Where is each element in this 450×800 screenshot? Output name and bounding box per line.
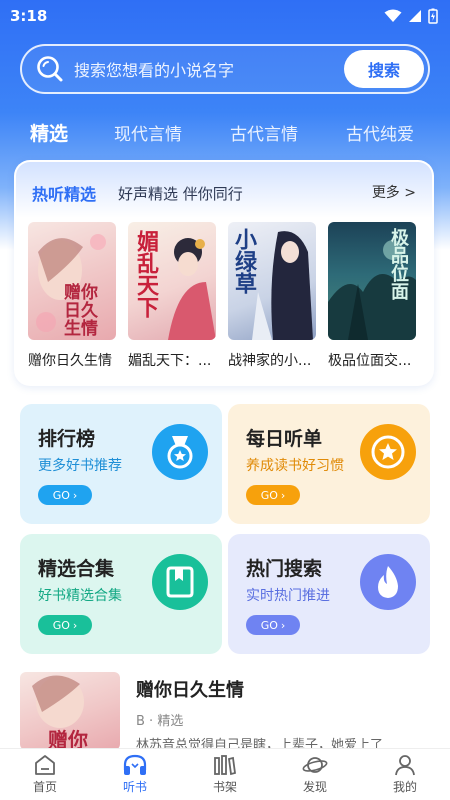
bottom-nav: 首页 听书 书架 发现 我的: [0, 748, 450, 800]
wifi-icon: [384, 9, 402, 22]
signal-icon: [409, 10, 421, 22]
collection-tile[interactable]: 精选合集 好书精选合集 GO ›: [20, 534, 222, 654]
nav-bookshelf[interactable]: 书架: [180, 749, 270, 800]
go-button[interactable]: GO ›: [246, 615, 300, 635]
user-icon: [395, 755, 415, 776]
tab-ancient-bl[interactable]: 古代纯爱: [346, 120, 414, 145]
hot-picks-subtitle: 好声精选 伴你同行: [118, 185, 243, 203]
hot-picks-title: 热听精选: [32, 185, 97, 204]
cover-text: 赠你日久生情: [64, 283, 98, 339]
battery-icon: [428, 8, 438, 24]
book-title: 媚乱天下：...: [128, 353, 212, 369]
book-title: 战神家的小...: [228, 353, 312, 369]
recommended-book[interactable]: 赠你 赠你日久生情 B · 精选 林苏音总觉得自己是瞎，上辈子，她爱上了: [20, 672, 430, 753]
feature-title: 每日听单: [246, 428, 323, 450]
feature-subtitle: 养成读书好习惯: [246, 458, 344, 474]
nav-label: 发现: [302, 780, 327, 794]
headphones-icon: [123, 754, 147, 775]
search-bar[interactable]: 搜索您想看的小说名字 搜索: [20, 44, 430, 94]
flame-icon: [360, 554, 416, 610]
hot-search-tile[interactable]: 热门搜索 实时热门推进 GO ›: [228, 534, 430, 654]
nav-discover[interactable]: 发现: [270, 749, 360, 800]
nav-label: 书架: [212, 780, 237, 794]
bookmark-folder-icon: [152, 554, 208, 610]
home-icon: [35, 755, 55, 775]
go-button[interactable]: GO ›: [38, 615, 92, 635]
search-icon: [37, 56, 63, 82]
go-button[interactable]: GO ›: [246, 485, 300, 505]
tab-featured[interactable]: 精选: [30, 119, 68, 146]
nav-label: 首页: [32, 780, 57, 794]
feature-subtitle: 实时热门推进: [246, 588, 330, 604]
medal-icon: [152, 424, 208, 480]
book-item[interactable]: 赠你日久生情 赠你日久生情: [28, 222, 116, 370]
cover-text: 极品位面: [388, 228, 409, 300]
ranking-tile[interactable]: 排行榜 更多好书推荐 GO ›: [20, 404, 222, 524]
status-time: 3:18: [10, 7, 48, 25]
search-input[interactable]: 搜索您想看的小说名字: [74, 57, 344, 81]
book-item[interactable]: 极品位面 极品位面交...: [328, 222, 416, 370]
nav-home[interactable]: 首页: [0, 749, 90, 800]
nav-label: 我的: [392, 780, 417, 794]
tab-ancient-romance[interactable]: 古代言情: [230, 120, 298, 145]
status-bar: 3:18: [0, 0, 450, 32]
book-item[interactable]: 小绿草 战神家的小...: [228, 222, 316, 370]
search-button[interactable]: 搜索: [344, 50, 424, 88]
feature-title: 精选合集: [38, 558, 115, 580]
nav-profile[interactable]: 我的: [360, 749, 450, 800]
category-tabs: 精选 现代言情 古代言情 古代纯爱: [0, 112, 450, 152]
book-cover: 极品位面: [328, 222, 416, 340]
book-cover: 媚乱天下: [128, 222, 216, 340]
status-icons: [384, 8, 438, 24]
book-cover: 小绿草: [228, 222, 316, 340]
book-item[interactable]: 媚乱天下 媚乱天下：...: [128, 222, 216, 370]
nav-label: 听书: [122, 780, 147, 794]
daily-list-tile[interactable]: 每日听单 养成读书好习惯 GO ›: [228, 404, 430, 524]
cover-text: 小绿草: [231, 228, 257, 294]
recommended-cover: 赠你: [20, 672, 120, 750]
book-title: 极品位面交...: [328, 353, 412, 369]
cover-text: 媚乱天下: [133, 230, 159, 318]
bookshelf-icon: [214, 755, 236, 776]
tab-modern-romance[interactable]: 现代言情: [114, 120, 182, 145]
feature-subtitle: 好书精选合集: [38, 588, 122, 604]
book-title: 赠你日久生情: [28, 353, 112, 369]
planet-icon: [302, 757, 328, 773]
go-button[interactable]: GO ›: [38, 485, 92, 505]
nav-listen[interactable]: 听书: [90, 749, 180, 800]
recommended-tag: B · 精选: [136, 714, 184, 729]
feature-title: 热门搜索: [246, 558, 323, 580]
cover-text: 赠你: [48, 728, 88, 750]
more-link[interactable]: 更多 >: [372, 182, 416, 202]
feature-subtitle: 更多好书推荐: [38, 458, 122, 474]
book-cover: 赠你日久生情: [28, 222, 116, 340]
recommended-title: 赠你日久生情: [136, 680, 244, 701]
feature-title: 排行榜: [38, 428, 96, 450]
star-badge-icon: [360, 424, 416, 480]
hot-picks-card: 热听精选 好声精选 伴你同行 更多 > 赠你日久生情 赠你日久生情 媚乱天下 媚…: [14, 160, 434, 386]
